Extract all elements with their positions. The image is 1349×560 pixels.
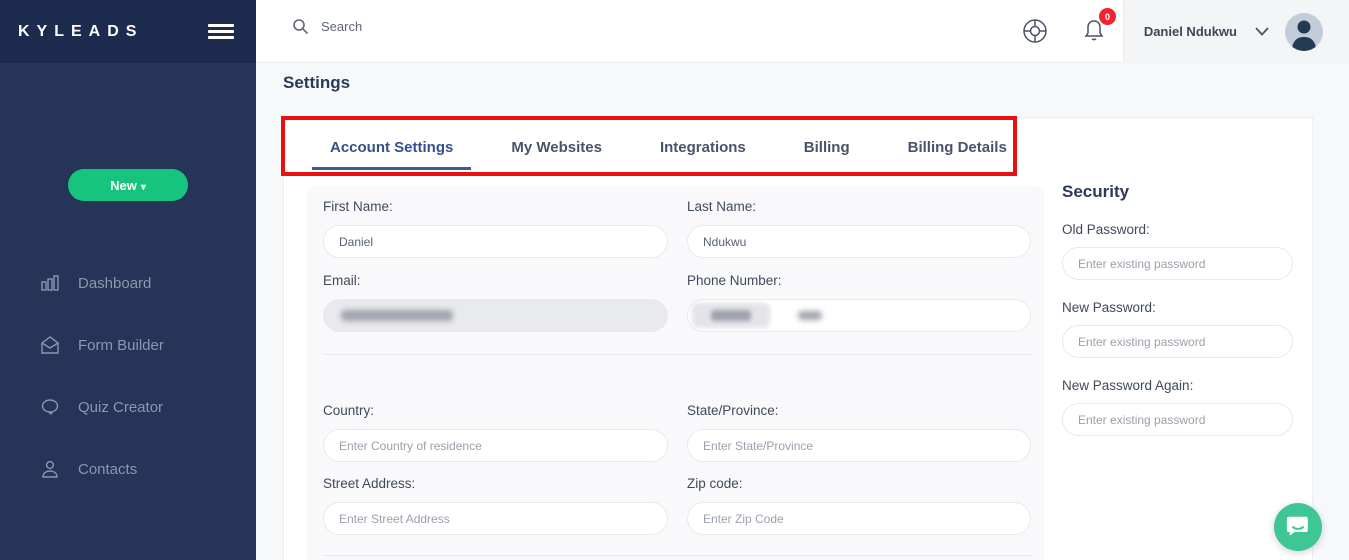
new-password-again-label: New Password Again: bbox=[1062, 378, 1302, 393]
tab-billing-details[interactable]: Billing Details bbox=[908, 118, 1007, 176]
phone-label: Phone Number: bbox=[687, 273, 1031, 288]
new-password-label: New Password: bbox=[1062, 300, 1302, 315]
sidebar-item-quiz-creator[interactable]: Quiz Creator bbox=[0, 376, 256, 438]
topbar: 0 Daniel Ndukwu bbox=[256, 0, 1349, 63]
bar-chart-icon bbox=[40, 273, 60, 293]
sidebar-item-label: Form Builder bbox=[78, 337, 164, 354]
user-menu[interactable]: Daniel Ndukwu bbox=[1123, 0, 1349, 63]
chat-messenger-icon bbox=[1285, 514, 1311, 540]
last-name-label: Last Name: bbox=[687, 199, 1031, 214]
new-password-field[interactable] bbox=[1062, 325, 1293, 358]
section-divider bbox=[323, 354, 1031, 355]
sidebar-item-label: Contacts bbox=[78, 461, 137, 478]
sidebar-header: KYLEADS bbox=[0, 0, 256, 63]
sidebar-item-label: Quiz Creator bbox=[78, 399, 163, 416]
search-bar bbox=[292, 18, 541, 35]
chat-launcher-button[interactable] bbox=[1274, 503, 1322, 551]
sidebar-item-contacts[interactable]: Contacts bbox=[0, 438, 256, 500]
first-name-field[interactable] bbox=[323, 225, 668, 258]
chat-bubble-icon bbox=[40, 397, 60, 417]
state-field[interactable] bbox=[687, 429, 1031, 462]
chevron-down-icon bbox=[1255, 27, 1269, 36]
old-password-field[interactable] bbox=[1062, 247, 1293, 280]
settings-card: Account Settings My Websites Integration… bbox=[283, 117, 1313, 560]
zip-label: Zip code: bbox=[687, 476, 1031, 491]
street-field[interactable] bbox=[323, 502, 668, 535]
settings-tabs: Account Settings My Websites Integration… bbox=[284, 118, 1312, 176]
new-password-again-field[interactable] bbox=[1062, 403, 1293, 436]
hamburger-menu-icon[interactable] bbox=[208, 21, 234, 42]
envelope-open-icon bbox=[40, 335, 60, 355]
old-password-label: Old Password: bbox=[1062, 222, 1302, 237]
sidebar-nav: Dashboard Form Builder Quiz Creator Cont… bbox=[0, 252, 256, 500]
street-label: Street Address: bbox=[323, 476, 668, 491]
app-logo: KYLEADS bbox=[18, 23, 143, 41]
sidebar: KYLEADS New ▾ Dashboard Form Builder Quiz… bbox=[0, 0, 256, 560]
sidebar-item-label: Dashboard bbox=[78, 275, 151, 292]
security-title: Security bbox=[1062, 182, 1302, 202]
country-field[interactable] bbox=[323, 429, 668, 462]
country-label: Country: bbox=[323, 403, 668, 418]
redacted-country-code bbox=[692, 303, 770, 328]
page-title: Settings bbox=[283, 73, 350, 93]
person-icon bbox=[40, 459, 60, 479]
notification-count-badge: 0 bbox=[1099, 8, 1116, 25]
section-divider bbox=[323, 555, 1031, 556]
search-input[interactable] bbox=[321, 19, 541, 34]
new-button[interactable]: New ▾ bbox=[68, 169, 188, 201]
user-name: Daniel Ndukwu bbox=[1144, 24, 1237, 39]
sidebar-item-form-builder[interactable]: Form Builder bbox=[0, 314, 256, 376]
first-name-label: First Name: bbox=[323, 199, 668, 214]
caret-down-icon: ▾ bbox=[141, 182, 146, 193]
zip-field[interactable] bbox=[687, 502, 1031, 535]
tab-billing[interactable]: Billing bbox=[804, 118, 850, 176]
redacted-email-value bbox=[341, 310, 453, 321]
email-label: Email: bbox=[323, 273, 668, 288]
email-field[interactable] bbox=[323, 299, 668, 332]
phone-field[interactable] bbox=[687, 299, 1031, 332]
app-window: KYLEADS New ▾ Dashboard Form Builder Quiz… bbox=[0, 0, 1349, 560]
tab-integrations[interactable]: Integrations bbox=[660, 118, 746, 176]
avatar[interactable] bbox=[1285, 13, 1323, 51]
new-button-label: New bbox=[110, 178, 137, 193]
account-form-panel: First Name: Last Name: Email: Phone Numb… bbox=[306, 186, 1044, 560]
redacted-phone-value bbox=[798, 311, 822, 320]
search-icon[interactable] bbox=[292, 18, 309, 35]
help-icon[interactable] bbox=[1021, 17, 1049, 50]
tab-my-websites[interactable]: My Websites bbox=[511, 118, 602, 176]
state-label: State/Province: bbox=[687, 403, 1031, 418]
sidebar-item-dashboard[interactable]: Dashboard bbox=[0, 252, 256, 314]
last-name-field[interactable] bbox=[687, 225, 1031, 258]
security-section: Security Old Password: New Password: New… bbox=[1062, 182, 1302, 436]
tab-account-settings[interactable]: Account Settings bbox=[330, 118, 453, 176]
